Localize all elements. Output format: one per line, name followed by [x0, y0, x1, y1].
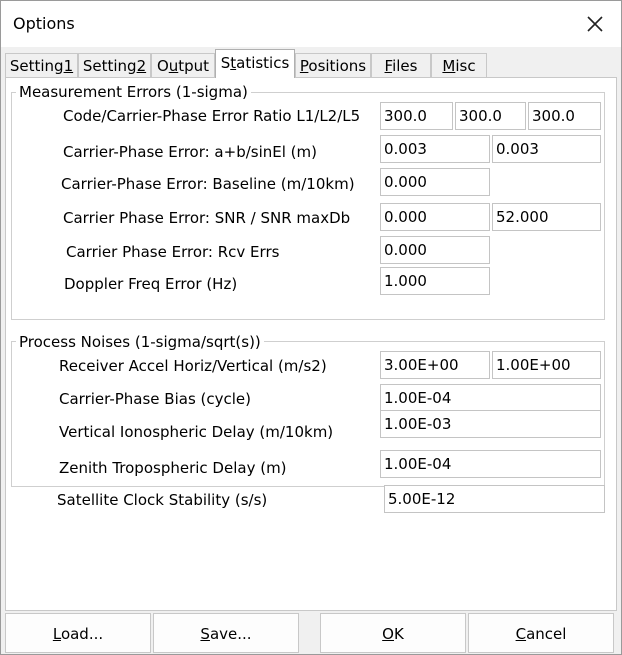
phase-error-baseline-input[interactable]: 0.000 [380, 168, 490, 196]
tab-files[interactable]: Files [371, 53, 431, 77]
tab-setting2[interactable]: Setting2 [78, 53, 151, 77]
phase-bias-label: Carrier-Phase Bias (cycle) [59, 390, 252, 408]
tropo-delay-input[interactable]: 1.00E-04 [380, 450, 601, 478]
save-button[interactable]: Save... [153, 613, 299, 653]
process-noises-title: Process Noises (1-sigma/sqrt(s)) [16, 333, 264, 351]
tropo-delay-label: Zenith Tropospheric Delay (m) [59, 459, 287, 477]
tab-statistics[interactable]: Statistics [215, 49, 295, 78]
phase-error-snr-input[interactable]: 0.000 [380, 203, 490, 231]
tab-setting1[interactable]: Setting1 [5, 53, 78, 77]
load-button[interactable]: Load... [5, 613, 151, 653]
phase-error-snr-label: Carrier Phase Error: SNR / SNR maxDb [63, 209, 351, 227]
receiver-accel-vert-input[interactable]: 1.00E+00 [492, 351, 601, 379]
ok-button[interactable]: OK [320, 613, 466, 653]
tab-output[interactable]: Output [151, 53, 215, 77]
iono-delay-label: Vertical Ionospheric Delay (m/10km) [59, 423, 334, 441]
cancel-button[interactable]: Cancel [468, 613, 614, 653]
receiver-accel-label: Receiver Accel Horiz/Vertical (m/s2) [59, 357, 327, 375]
error-ratio-l2-input[interactable]: 300.0 [455, 102, 526, 130]
receiver-accel-horiz-input[interactable]: 3.00E+00 [380, 351, 490, 379]
phase-bias-input[interactable]: 1.00E-04 [380, 384, 601, 412]
iono-delay-input[interactable]: 1.00E-03 [380, 410, 601, 438]
tab-positions[interactable]: Positions [295, 53, 371, 77]
phase-error-snr-max-input[interactable]: 52.000 [492, 203, 601, 231]
clock-stability-input[interactable]: 5.00E-12 [384, 485, 605, 513]
clock-stability-label: Satellite Clock Stability (s/s) [57, 491, 268, 509]
error-ratio-l1-input[interactable]: 300.0 [380, 102, 453, 130]
close-icon[interactable] [581, 10, 609, 38]
window-title: Options [13, 14, 75, 33]
title-bar: Options [1, 1, 621, 47]
error-ratio-label: Code/Carrier-Phase Error Ratio L1/L2/L5 [63, 107, 361, 125]
phase-error-b-input[interactable]: 0.003 [492, 135, 601, 163]
phase-error-rcv-input[interactable]: 0.000 [380, 236, 490, 264]
phase-error-a-input[interactable]: 0.003 [380, 135, 490, 163]
error-ratio-l5-input[interactable]: 300.0 [528, 102, 601, 130]
phase-error-ab-label: Carrier-Phase Error: a+b/sinEl (m) [63, 143, 317, 161]
phase-error-rcv-label: Carrier Phase Error: Rcv Errs [66, 243, 280, 261]
doppler-error-input[interactable]: 1.000 [380, 267, 490, 295]
options-dialog: Options Setting1 Setting2 Output Statist… [0, 0, 622, 655]
tab-strip: Setting1 Setting2 Output Statistics Posi… [5, 49, 617, 78]
phase-error-baseline-label: Carrier-Phase Error: Baseline (m/10km) [61, 175, 355, 193]
tab-misc[interactable]: Misc [431, 53, 487, 77]
measurement-errors-title: Measurement Errors (1-sigma) [16, 83, 251, 101]
doppler-error-label: Doppler Freq Error (Hz) [64, 275, 238, 293]
